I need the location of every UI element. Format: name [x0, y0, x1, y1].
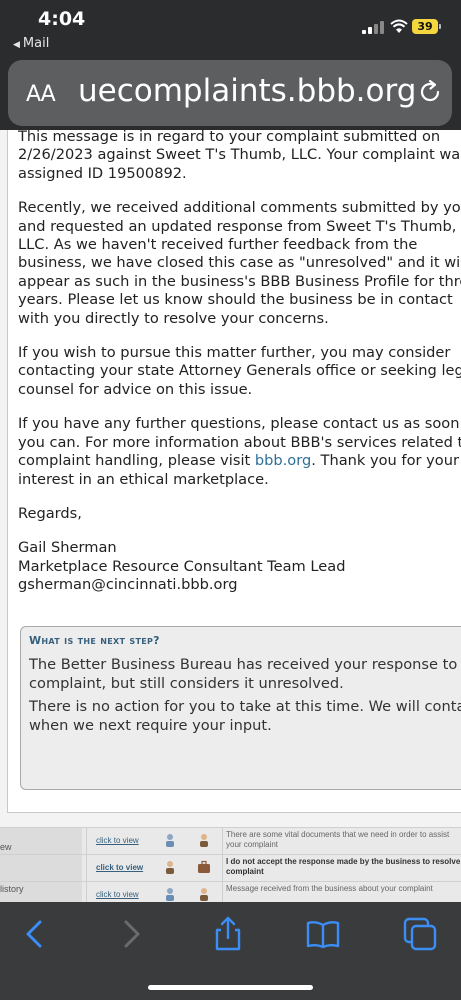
- click-to-view-link[interactable]: click to view: [96, 863, 143, 872]
- person-icon: [166, 834, 174, 847]
- next-step-title: What is the next step?: [29, 634, 160, 647]
- person-icon: [200, 834, 208, 847]
- text-size-button[interactable]: AA: [26, 82, 56, 107]
- address-bar[interactable]: AA uecomplaints.bbb.org: [8, 60, 452, 126]
- status-time: 4:04: [38, 8, 86, 30]
- forward-icon[interactable]: [113, 916, 149, 952]
- table-row: ew click to view There are some vital do…: [0, 827, 461, 854]
- sender-title: Marketplace Resource Consultant Team Lea…: [18, 557, 346, 575]
- battery-tip: [439, 24, 441, 29]
- wifi-icon: [390, 19, 408, 33]
- complaint-history-table: ew click to view There are some vital do…: [0, 827, 461, 902]
- back-app-label: Mail: [22, 36, 50, 51]
- reload-icon[interactable]: [416, 78, 444, 106]
- history-message: I do not accept the response made by the…: [226, 857, 461, 876]
- table-row: click to view I do not accept the respon…: [0, 854, 461, 881]
- home-indicator: [148, 985, 313, 990]
- history-message: There are some vital documents that we n…: [226, 830, 450, 849]
- person-icon: [200, 888, 208, 901]
- web-page: This message is in regard to your compla…: [0, 130, 461, 902]
- back-icon[interactable]: [17, 916, 53, 952]
- sender-email: gsherman@cincinnati.bbb.org: [18, 576, 238, 594]
- sender-name: Gail Sherman: [18, 539, 117, 557]
- next-step-text: The Better Business Bureau has received …: [29, 656, 461, 734]
- email-message-panel: This message is in regard to your compla…: [7, 130, 461, 813]
- back-triangle-icon: ◀: [13, 40, 20, 50]
- bookmarks-icon[interactable]: [305, 916, 341, 952]
- click-to-view-link[interactable]: click to view: [96, 890, 139, 899]
- next-step-box: What is the next step? The Better Busine…: [20, 626, 461, 790]
- history-left-cell: ew: [0, 828, 82, 854]
- table-row: listory click to view Message received f…: [0, 881, 461, 902]
- paragraph-further-questions: If you have any further questions, pleas…: [18, 415, 461, 488]
- tabs-icon[interactable]: [402, 916, 438, 952]
- paragraph-closed-unresolved: Recently, we received additional comment…: [18, 199, 461, 327]
- paragraph-complaint-info: This message is in regard to your compla…: [18, 130, 461, 182]
- back-to-mail-button[interactable]: ◀ Mail: [13, 36, 49, 51]
- status-bar: 4:04 ◀ Mail 39: [0, 0, 461, 58]
- paragraph-pursue-further: If you wish to pursue this matter furthe…: [18, 344, 461, 398]
- battery-icon: 39: [412, 19, 438, 34]
- person-icon: [166, 861, 174, 874]
- history-left-cell: [0, 855, 82, 881]
- message-body: This message is in regard to your compla…: [18, 130, 461, 611]
- url-text[interactable]: uecomplaints.bbb.org: [78, 73, 416, 109]
- bbb-org-link[interactable]: bbb.org: [255, 452, 311, 469]
- history-message: Message received from the business about…: [226, 884, 433, 893]
- click-to-view-link[interactable]: click to view: [96, 836, 139, 845]
- closing: Regards,: [18, 504, 82, 522]
- person-icon: [166, 888, 174, 901]
- signal-icon: [362, 21, 384, 34]
- signature: Gail Sherman Marketplace Resource Consul…: [18, 539, 461, 594]
- history-left-cell: listory: [0, 882, 82, 902]
- share-icon[interactable]: [210, 916, 246, 952]
- briefcase-icon: [198, 860, 210, 873]
